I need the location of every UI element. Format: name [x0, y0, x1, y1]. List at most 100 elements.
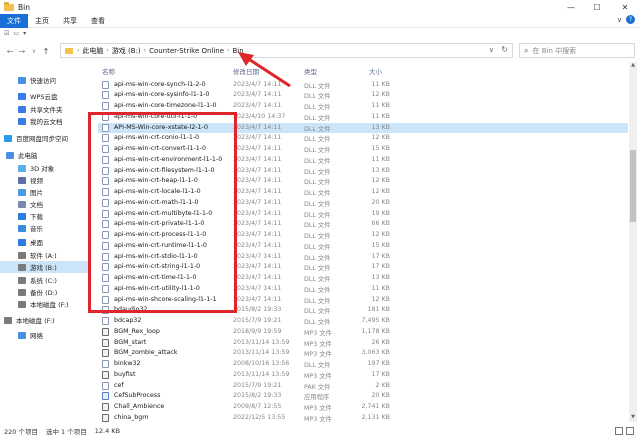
back-button[interactable]: ← — [4, 44, 16, 58]
file-row[interactable]: api-ms-win-crt-utility-l1-1-0 2023/4/7 14… — [98, 284, 628, 295]
column-header-type[interactable]: 类型 — [304, 66, 317, 76]
file-row[interactable]: api-ms-win-crt-environment-l1-1-0 2023/4/… — [98, 155, 628, 166]
qat-dropdown-icon[interactable]: ▾ — [23, 30, 26, 37]
column-header-size[interactable]: 大小 — [369, 66, 382, 76]
sidebar-item[interactable]: 系统 (C:) — [0, 274, 90, 286]
breadcrumb-separator[interactable]: › — [144, 47, 146, 54]
file-row[interactable]: api-ms-win-crt-runtime-l1-1-0 2023/4/7 14… — [98, 241, 628, 252]
file-row[interactable]: api-ms-win-crt-private-l1-1-0 2023/4/7 14… — [98, 219, 628, 230]
file-row[interactable]: buyfist 2013/11/14 13:59 MP3 文件 17 KB — [98, 370, 628, 381]
details-view-icon[interactable] — [615, 427, 623, 435]
column-header-date[interactable]: 修改日期 — [233, 66, 259, 76]
file-size: 11 KB — [371, 80, 390, 88]
tab-view[interactable]: 查看 — [84, 14, 112, 28]
file-row[interactable]: api-ms-win-crt-convert-l1-1-0 2023/4/7 14… — [98, 144, 628, 155]
file-row[interactable]: api-ms-win-crt-conio-l1-1-0 2023/4/7 14:1… — [98, 133, 628, 144]
breadcrumb-bin[interactable]: Bin — [232, 47, 243, 55]
file-row[interactable]: api-ms-win-core-synch-l1-2-0 2023/4/7 14:… — [98, 80, 628, 91]
checkbox-icon[interactable]: ☑ — [4, 30, 9, 37]
file-row[interactable]: api-ms-win-crt-time-l1-1-0 2023/4/7 14:11… — [98, 273, 628, 284]
sidebar-item[interactable]: 下载 — [0, 210, 90, 222]
sidebar-item[interactable]: 视频 — [0, 174, 90, 186]
folder-small-icon[interactable]: ▭ — [13, 30, 19, 37]
file-row[interactable]: api-ms-win-crt-multibyte-l1-1-0 2023/4/7 … — [98, 209, 628, 220]
file-name: api-ms-win-crt-filesystem-l1-1-0 — [114, 166, 215, 174]
file-row[interactable]: API-MS-Win-core-xstate-l2-1-0 2023/4/7 14… — [98, 122, 628, 134]
help-icon[interactable]: ? — [626, 15, 635, 24]
file-row[interactable]: cef 2015/7/9 19:21 PAK 文件 2 KB — [98, 381, 628, 392]
sidebar-item[interactable]: 此电脑 — [0, 149, 90, 161]
file-type: DLL 文件 — [304, 190, 331, 197]
file-name: cef — [114, 381, 124, 389]
scroll-up-icon[interactable]: ▲ — [629, 62, 637, 70]
address-bar[interactable]: › 此电脑 › 游戏 (B:) › Counter-Strike Online … — [60, 43, 513, 58]
sidebar-item[interactable]: 百度网盘同步空间 — [0, 132, 90, 144]
column-header-name[interactable]: 名称 — [102, 66, 115, 76]
breadcrumb-counter-strike[interactable]: Counter-Strike Online — [149, 47, 224, 55]
file-row[interactable]: api-ms-win-shcore-scaling-l1-1-1 2023/4/7… — [98, 295, 628, 306]
file-row[interactable]: api-ms-win-crt-locale-l1-1-0 2023/4/7 14:… — [98, 187, 628, 198]
file-row[interactable]: api-ms-win-crt-process-l1-1-0 2023/4/7 14… — [98, 230, 628, 241]
file-row[interactable]: binkw32 2008/10/16 13:56 DLL 文件 197 KB — [98, 359, 628, 370]
sidebar-item[interactable]: 音乐 — [0, 222, 90, 234]
file-type: DLL 文件 — [304, 362, 331, 369]
file-size: 17 KB — [371, 370, 390, 378]
file-row[interactable]: Chall_Ambience 2009/8/7 12:55 MP3 文件 2,741 … — [98, 402, 628, 413]
file-row[interactable]: api-ms-win-crt-stdio-l1-1-0 2023/4/7 14:1… — [98, 252, 628, 263]
forward-button[interactable]: → — [16, 44, 28, 58]
navigation-bar: ← → ∨ ↑ › 此电脑 › 游戏 (B:) › Counter-Strike… — [0, 42, 640, 60]
refresh-button[interactable]: ↻ — [501, 45, 508, 54]
file-row[interactable]: bdaudio32 2015/8/2 19:33 DLL 文件 181 KB — [98, 305, 628, 316]
file-row[interactable]: api-ms-win-core-sysinfo-l1-1-0 2023/4/7 1… — [98, 90, 628, 101]
sidebar-item[interactable]: 备份 (D:) — [0, 286, 90, 298]
file-row[interactable]: china_bgm 2022/12/5 13:55 MP3 文件 2,131 KB — [98, 413, 628, 424]
file-row[interactable]: api-ms-win-crt-filesystem-l1-1-0 2023/4/7… — [98, 166, 628, 177]
audio-file-icon — [102, 413, 109, 422]
file-row[interactable]: BGM_Rex_loop 2018/9/9 19:59 MP3 文件 1,178 KB — [98, 327, 628, 338]
expand-ribbon-button[interactable]: ∨ — [617, 16, 622, 24]
file-row[interactable]: BGM_start 2013/11/14 13:59 MP3 文件 26 KB — [98, 338, 628, 349]
sidebar-item[interactable]: 软件 (A:) — [0, 249, 90, 261]
sidebar-item[interactable]: 3D 对象 — [0, 162, 90, 174]
file-row[interactable]: api-ms-win-crt-heap-l1-1-0 2023/4/7 14:11… — [98, 176, 628, 187]
dll-file-icon — [102, 112, 109, 121]
file-row[interactable]: api-ms-win-core-util-l1-1-0 2023/4/10 14:… — [98, 112, 628, 123]
sidebar-item[interactable]: 桌面 — [0, 236, 90, 248]
sidebar-item[interactable]: 共享文件夹 — [0, 103, 90, 115]
sidebar-item[interactable]: 游戏 (B:) — [0, 261, 90, 273]
sidebar-item[interactable]: 文档 — [0, 198, 90, 210]
maximize-button[interactable]: ☐ — [586, 0, 608, 14]
search-box[interactable]: ⌕ 在 Bin 中搜索 — [519, 43, 635, 58]
sidebar-item[interactable]: 本地磁盘 (F:) — [0, 314, 90, 326]
breadcrumb-separator[interactable]: › — [227, 47, 229, 54]
scrollbar-thumb[interactable] — [630, 150, 636, 222]
close-button[interactable]: ✕ — [614, 0, 636, 14]
file-row[interactable]: CefSubProcess 2015/8/2 19:33 应用程序 20 KB — [98, 391, 628, 402]
dll-file-icon — [102, 198, 109, 207]
file-row[interactable]: BGM_zombie_attack 2013/11/14 13:59 MP3 文件 3… — [98, 348, 628, 359]
file-row[interactable]: api-ms-win-crt-math-l1-1-0 2023/4/7 14:11… — [98, 198, 628, 209]
sidebar-item[interactable]: 图片 — [0, 186, 90, 198]
sidebar-item[interactable]: 网络 — [0, 329, 90, 341]
file-row[interactable]: bdcap32 2015/7/9 19:21 DLL 文件 7,495 KB — [98, 316, 628, 327]
large-icons-view-icon[interactable] — [626, 427, 634, 435]
file-type: DLL 文件 — [304, 297, 331, 305]
scroll-down-icon[interactable]: ▼ — [629, 414, 637, 422]
tab-home[interactable]: 主页 — [28, 14, 56, 28]
tab-file[interactable]: 文件 — [0, 13, 28, 28]
recent-locations-button[interactable]: ∨ — [28, 44, 40, 58]
sidebar-item[interactable]: 快速访问 — [0, 74, 90, 86]
file-row[interactable]: api-ms-win-core-timezone-l1-1-0 2023/4/7 … — [98, 101, 628, 112]
vertical-scrollbar[interactable]: ▲ ▼ — [629, 62, 637, 422]
breadcrumb-separator[interactable]: › — [106, 47, 108, 54]
minimize-button[interactable]: — — [560, 0, 582, 14]
breadcrumb-this-pc[interactable]: 此电脑 — [82, 46, 103, 56]
file-row[interactable]: api-ms-win-crt-string-l1-1-0 2023/4/7 14:… — [98, 262, 628, 273]
address-dropdown-button[interactable]: ∨ — [489, 46, 494, 54]
sidebar-item[interactable]: WPS云盘 — [0, 90, 90, 102]
up-button[interactable]: ↑ — [40, 44, 52, 58]
breadcrumb-drive-b[interactable]: 游戏 (B:) — [112, 46, 141, 56]
tab-share[interactable]: 共享 — [56, 14, 84, 28]
sidebar-item[interactable]: 我的云文档 — [0, 115, 90, 127]
sidebar-item[interactable]: 本地磁盘 (F:) — [0, 298, 90, 310]
